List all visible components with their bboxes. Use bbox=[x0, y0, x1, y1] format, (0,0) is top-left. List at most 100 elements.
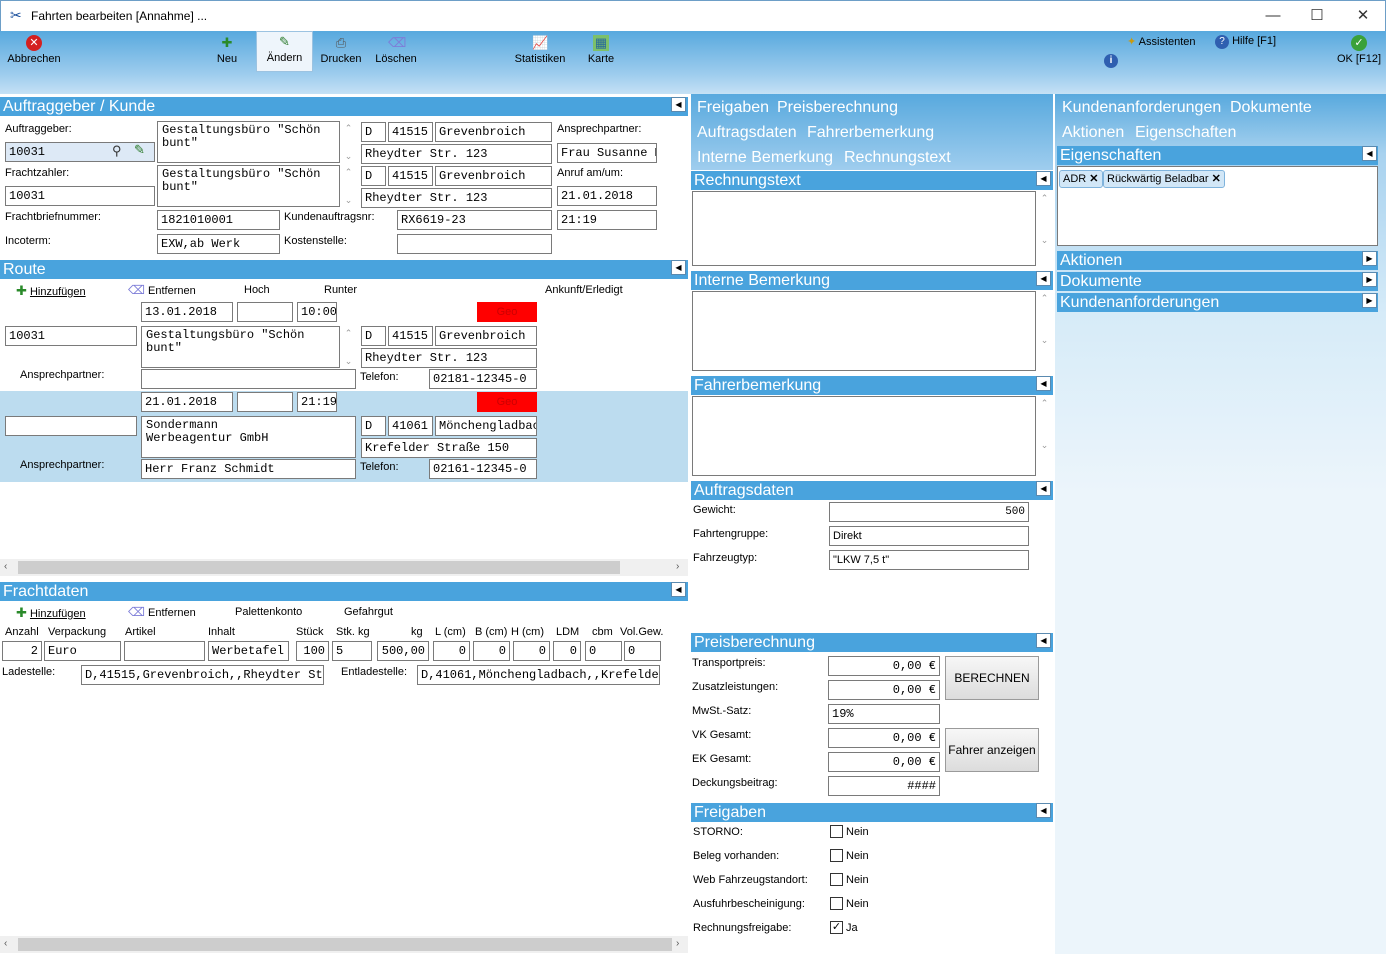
fahrer-anzeigen-button[interactable]: Fahrer anzeigen bbox=[945, 728, 1039, 772]
search-icon[interactable]: ⚲ bbox=[112, 143, 122, 159]
ansprech-input[interactable]: Frau Susanne Mül bbox=[557, 143, 657, 163]
zip-field-2[interactable]: 41515 bbox=[388, 166, 433, 186]
deckung-input[interactable]: #### bbox=[828, 776, 940, 796]
hilfe-button[interactable]: ? Hilfe [F1] bbox=[1215, 35, 1276, 49]
auftraggeber-name-field[interactable]: Gestaltungsbüro "Schön bunt" bbox=[157, 121, 340, 163]
stop2-customer[interactable] bbox=[5, 416, 137, 436]
stop1-geo-button[interactable]: Geo bbox=[477, 302, 537, 322]
gewicht-input[interactable]: 500 bbox=[829, 502, 1029, 522]
entlade-input[interactable]: D,41061,Mönchengladbach,,Krefelder Straß bbox=[417, 665, 660, 685]
incoterm-input[interactable]: EXW,ab Werk bbox=[157, 234, 280, 254]
stop2-ansprech-input[interactable]: Herr Franz Schmidt bbox=[141, 459, 356, 479]
collapse-auftragsdaten-button[interactable]: ◀ bbox=[1036, 481, 1051, 496]
fracht-cell-input[interactable]: 0 bbox=[553, 641, 581, 661]
link-aktionen[interactable]: Aktionen bbox=[1062, 124, 1124, 142]
scroll-left-icon[interactable]: ‹ bbox=[4, 561, 7, 572]
fracht-cell-input[interactable]: 0 bbox=[473, 641, 510, 661]
stop2-date[interactable]: 21.01.2018 bbox=[141, 392, 233, 412]
tag-adr[interactable]: ADR ✕ bbox=[1059, 170, 1103, 188]
collapse-freigaben-button[interactable]: ◀ bbox=[1036, 803, 1051, 818]
stop1-date[interactable]: 13.01.2018 bbox=[141, 302, 233, 322]
berechnen-button[interactable]: BERECHNEN bbox=[945, 656, 1039, 700]
route-hscrollbar[interactable]: ‹ › bbox=[0, 559, 688, 576]
zip-field-1[interactable]: 41515 bbox=[388, 122, 433, 142]
stop1-ansprech-input[interactable] bbox=[141, 369, 356, 389]
transport-input[interactable]: 0,00 € bbox=[828, 656, 940, 676]
stop1-country[interactable]: D bbox=[361, 326, 386, 346]
close-button[interactable]: ✕ bbox=[1340, 1, 1386, 31]
freigabe-checkbox[interactable]: ✓ bbox=[830, 921, 843, 934]
stop1-zip[interactable]: 41515 bbox=[388, 326, 433, 346]
collapse-auftraggeber-button[interactable]: ◀ bbox=[671, 97, 686, 112]
anruf-date-input[interactable]: 21.01.2018 bbox=[557, 186, 657, 206]
fracht-cell-input[interactable]: Euro bbox=[44, 641, 121, 661]
stop2-time[interactable]: 21:19 bbox=[297, 392, 337, 412]
paletten-button[interactable]: Palettenkonto bbox=[235, 606, 302, 618]
collapse-interne-button[interactable]: ◀ bbox=[1036, 271, 1051, 286]
stop1-customer[interactable]: 10031 bbox=[5, 326, 137, 346]
fracht-remove-button[interactable]: ⌫ Entfernen bbox=[128, 605, 196, 619]
fracht-cell-input[interactable]: 5 bbox=[332, 641, 372, 661]
fracht-add-button[interactable]: ✚ Hinzufügen bbox=[16, 605, 86, 621]
gefahrgut-button[interactable]: Gefahrgut bbox=[344, 606, 393, 618]
collapse-route-button[interactable]: ◀ bbox=[671, 260, 686, 275]
stop1-telefon-input[interactable]: 02181-12345-0 bbox=[429, 369, 537, 389]
frachtbrief-input[interactable]: 1821010001 bbox=[157, 210, 280, 230]
fracht-cell-input[interactable]: 0 bbox=[624, 641, 661, 661]
collapse-fahrer-button[interactable]: ◀ bbox=[1036, 376, 1051, 391]
fracht-cell-input[interactable]: 0 bbox=[513, 641, 550, 661]
stop1-name[interactable]: Gestaltungsbüro "Schön bunt" bbox=[141, 326, 340, 368]
remove-tag-icon[interactable]: ✕ bbox=[1089, 173, 1098, 185]
aktionen-header[interactable]: Aktionen bbox=[1057, 251, 1378, 270]
fracht-scroll-thumb[interactable] bbox=[18, 938, 672, 951]
fracht-cell-input[interactable]: 100 bbox=[296, 641, 329, 661]
freigabe-checkbox[interactable] bbox=[830, 825, 843, 838]
kundenanforderungen-header[interactable]: Kundenanforderungen bbox=[1057, 293, 1378, 312]
edit-icon[interactable]: ✎ bbox=[134, 142, 145, 158]
freigabe-checkbox[interactable] bbox=[830, 849, 843, 862]
stop2-telefon-input[interactable]: 02161-12345-0 bbox=[429, 459, 537, 479]
route-down-button[interactable]: Runter bbox=[324, 284, 357, 296]
link-auftragsdaten[interactable]: Auftragsdaten bbox=[697, 124, 797, 142]
scroll-arrows[interactable]: ⌃ ⌄ bbox=[342, 121, 355, 163]
freigabe-checkbox[interactable] bbox=[830, 873, 843, 886]
anruf-time-input[interactable]: 21:19 bbox=[557, 210, 657, 230]
route-add-button[interactable]: ✚ Hinzufügen bbox=[16, 283, 86, 299]
stop1-street[interactable]: Rheydter Str. 123 bbox=[361, 348, 537, 368]
stop1-field2[interactable] bbox=[237, 302, 293, 322]
link-fahrerbemerkung[interactable]: Fahrerbemerkung bbox=[807, 124, 934, 142]
fracht-cell-input[interactable] bbox=[124, 641, 205, 661]
freigabe-checkbox[interactable] bbox=[830, 897, 843, 910]
fahrer-textarea[interactable] bbox=[692, 396, 1036, 476]
expand-dokumente-button[interactable]: ▶ bbox=[1362, 272, 1377, 287]
mwst-input[interactable]: 19% bbox=[828, 704, 940, 724]
street-field-2[interactable]: Rheydter Str. 123 bbox=[361, 188, 552, 208]
link-eigenschaften[interactable]: Eigenschaften bbox=[1135, 124, 1236, 142]
stop2-zip[interactable]: 41061 bbox=[388, 416, 433, 436]
street-field-1[interactable]: Rheydter Str. 123 bbox=[361, 144, 552, 164]
aendern-button[interactable]: ✎ Ändern bbox=[256, 31, 313, 72]
route-up-button[interactable]: Hoch bbox=[244, 284, 270, 296]
maximize-button[interactable]: ☐ bbox=[1294, 1, 1340, 31]
fracht-hscrollbar[interactable]: ‹ › bbox=[0, 936, 688, 953]
frachtzahler-input[interactable]: 10031 bbox=[5, 186, 155, 206]
stop1-city[interactable]: Grevenbroich bbox=[435, 326, 537, 346]
scroll-arrows[interactable]: ⌃ ⌄ bbox=[1038, 396, 1051, 476]
scroll-arrows[interactable]: ⌃ ⌄ bbox=[342, 165, 355, 207]
fracht-cell-input[interactable]: 500,00 bbox=[377, 641, 429, 661]
collapse-eigenschaften-button[interactable]: ◀ bbox=[1362, 146, 1377, 161]
city-field-2[interactable]: Grevenbroich bbox=[435, 166, 552, 186]
link-freigaben[interactable]: Freigaben bbox=[697, 99, 769, 117]
link-kundenanforderungen[interactable]: Kundenanforderungen bbox=[1062, 99, 1221, 117]
link-dokumente[interactable]: Dokumente bbox=[1230, 99, 1312, 117]
stop2-city[interactable]: Mönchengladbach bbox=[435, 416, 537, 436]
expand-aktionen-button[interactable]: ▶ bbox=[1362, 251, 1377, 266]
auftraggeber-input[interactable]: 10031 bbox=[5, 142, 155, 162]
stop2-field2[interactable] bbox=[237, 392, 293, 412]
expand-kundenanforderungen-button[interactable]: ▶ bbox=[1362, 293, 1377, 308]
country-field-2[interactable]: D bbox=[361, 166, 386, 186]
rechnungstext-textarea[interactable] bbox=[692, 191, 1036, 266]
scroll-arrows[interactable]: ⌃ ⌄ bbox=[342, 326, 355, 368]
zusatz-input[interactable]: 0,00 € bbox=[828, 680, 940, 700]
city-field-1[interactable]: Grevenbroich bbox=[435, 122, 552, 142]
